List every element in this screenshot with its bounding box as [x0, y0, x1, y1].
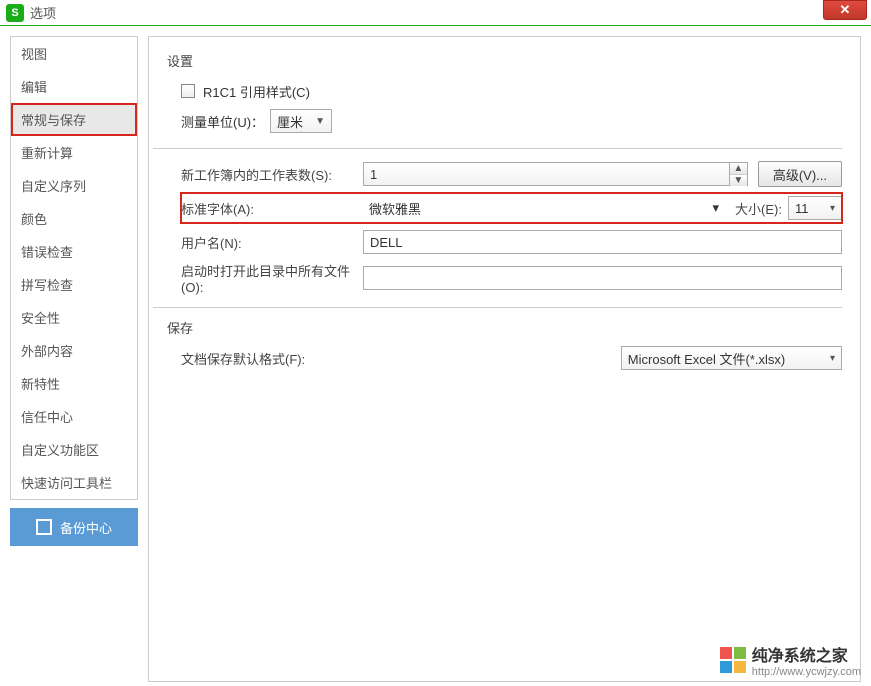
sidebar-item-label: 拼写检查 — [21, 275, 73, 294]
close-button[interactable]: ✕ — [823, 0, 867, 20]
sidebar-item-label: 快速访问工具栏 — [21, 473, 112, 492]
sidebar-item-label: 颜色 — [21, 209, 47, 228]
close-icon: ✕ — [840, 2, 851, 18]
divider — [153, 148, 842, 149]
watermark-url: http://www.ycwjzy.com — [752, 666, 861, 678]
sidebar-item-view[interactable]: 视图 — [11, 37, 137, 70]
app-icon: S — [6, 4, 24, 22]
advanced-label: 高级(V)... — [773, 165, 827, 184]
backup-center-button[interactable]: 备份中心 — [10, 508, 138, 546]
chevron-down-icon: ▾ — [830, 203, 835, 214]
chevron-down-icon: ▾ — [713, 200, 720, 216]
sidebar-item-custom-list[interactable]: 自定义序列 — [11, 169, 137, 202]
sidebar-item-trust[interactable]: 信任中心 — [11, 400, 137, 433]
sidebar-item-qat[interactable]: 快速访问工具栏 — [11, 466, 137, 499]
sidebar-item-label: 外部内容 — [21, 341, 73, 360]
spinner-up-icon[interactable]: ▲ — [730, 163, 747, 175]
sheets-value: 1 — [370, 167, 377, 182]
spinner-down-icon[interactable]: ▼ — [730, 175, 747, 186]
sheets-spinner[interactable]: 1 ▲ ▼ — [363, 162, 748, 186]
sidebar-item-customize-ribbon[interactable]: 自定义功能区 — [11, 433, 137, 466]
measure-unit-combo[interactable]: 厘米 ▼ — [270, 109, 332, 133]
sidebar-item-label: 自定义功能区 — [21, 440, 99, 459]
sidebar-item-edit[interactable]: 编辑 — [11, 70, 137, 103]
sidebar-item-label: 自定义序列 — [21, 176, 86, 195]
default-format-value: Microsoft Excel 文件(*.xlsx) — [628, 349, 785, 368]
font-label: 标准字体(A): — [181, 199, 363, 218]
sidebar-item-label: 编辑 — [21, 77, 47, 96]
font-size-label: 大小(E): — [735, 199, 782, 218]
openall-label: 启动时打开此目录中所有文件(O): — [181, 261, 363, 295]
sidebar: 视图 编辑 常规与保存 重新计算 自定义序列 颜色 错误检查 拼写检查 安全性 … — [10, 36, 138, 500]
sheets-label: 新工作簿内的工作表数(S): — [181, 165, 363, 184]
watermark: 纯净系统之家 http://www.ycwjzy.com — [720, 642, 861, 678]
sidebar-item-spellcheck[interactable]: 拼写检查 — [11, 268, 137, 301]
username-label: 用户名(N): — [181, 233, 363, 252]
font-size-combo[interactable]: 11 ▾ — [788, 196, 842, 220]
titlebar: S 选项 — [0, 0, 871, 26]
window-title: 选项 — [30, 3, 56, 22]
openall-input[interactable] — [363, 266, 842, 290]
sidebar-item-recalc[interactable]: 重新计算 — [11, 136, 137, 169]
sidebar-item-external[interactable]: 外部内容 — [11, 334, 137, 367]
default-format-combo[interactable]: Microsoft Excel 文件(*.xlsx) ▾ — [621, 346, 842, 370]
sidebar-item-features[interactable]: 新特性 — [11, 367, 137, 400]
sidebar-item-errorcheck[interactable]: 错误检查 — [11, 235, 137, 268]
divider — [153, 307, 842, 308]
username-value: DELL — [370, 235, 403, 250]
settings-section-title: 设置 — [167, 51, 842, 70]
chevron-down-icon: ▼ — [315, 116, 325, 127]
measure-unit-label: 测量单位(U)： — [181, 112, 264, 131]
sidebar-item-label: 错误检查 — [21, 242, 73, 261]
sidebar-item-security[interactable]: 安全性 — [11, 301, 137, 334]
sidebar-item-label: 视图 — [21, 44, 47, 63]
sidebar-item-label: 重新计算 — [21, 143, 73, 162]
windows-logo-icon — [720, 647, 746, 673]
save-section-title: 保存 — [167, 318, 842, 337]
font-combo[interactable]: 微软雅黑 ▾ — [363, 196, 725, 220]
font-size-value: 11 — [795, 201, 809, 216]
backup-icon — [36, 519, 52, 535]
content-panel: 设置 R1C1 引用样式(C) 测量单位(U)： 厘米 ▼ 新工作簿内的工作表数 — [148, 36, 861, 682]
r1c1-label: R1C1 引用样式(C) — [203, 82, 310, 101]
advanced-button[interactable]: 高级(V)... — [758, 161, 842, 187]
sidebar-item-color[interactable]: 颜色 — [11, 202, 137, 235]
default-format-label: 文档保存默认格式(F): — [181, 349, 621, 368]
r1c1-checkbox[interactable] — [181, 84, 195, 98]
sidebar-item-label: 信任中心 — [21, 407, 73, 426]
sidebar-item-label: 常规与保存 — [21, 110, 86, 129]
font-value: 微软雅黑 — [369, 199, 421, 218]
measure-unit-value: 厘米 — [277, 112, 303, 131]
sidebar-item-general-save[interactable]: 常规与保存 — [11, 103, 137, 136]
chevron-down-icon: ▾ — [830, 353, 835, 364]
backup-label: 备份中心 — [60, 518, 112, 537]
sidebar-item-label: 安全性 — [21, 308, 60, 327]
watermark-title: 纯净系统之家 — [752, 642, 861, 666]
username-input[interactable]: DELL — [363, 230, 842, 254]
sidebar-item-label: 新特性 — [21, 374, 60, 393]
